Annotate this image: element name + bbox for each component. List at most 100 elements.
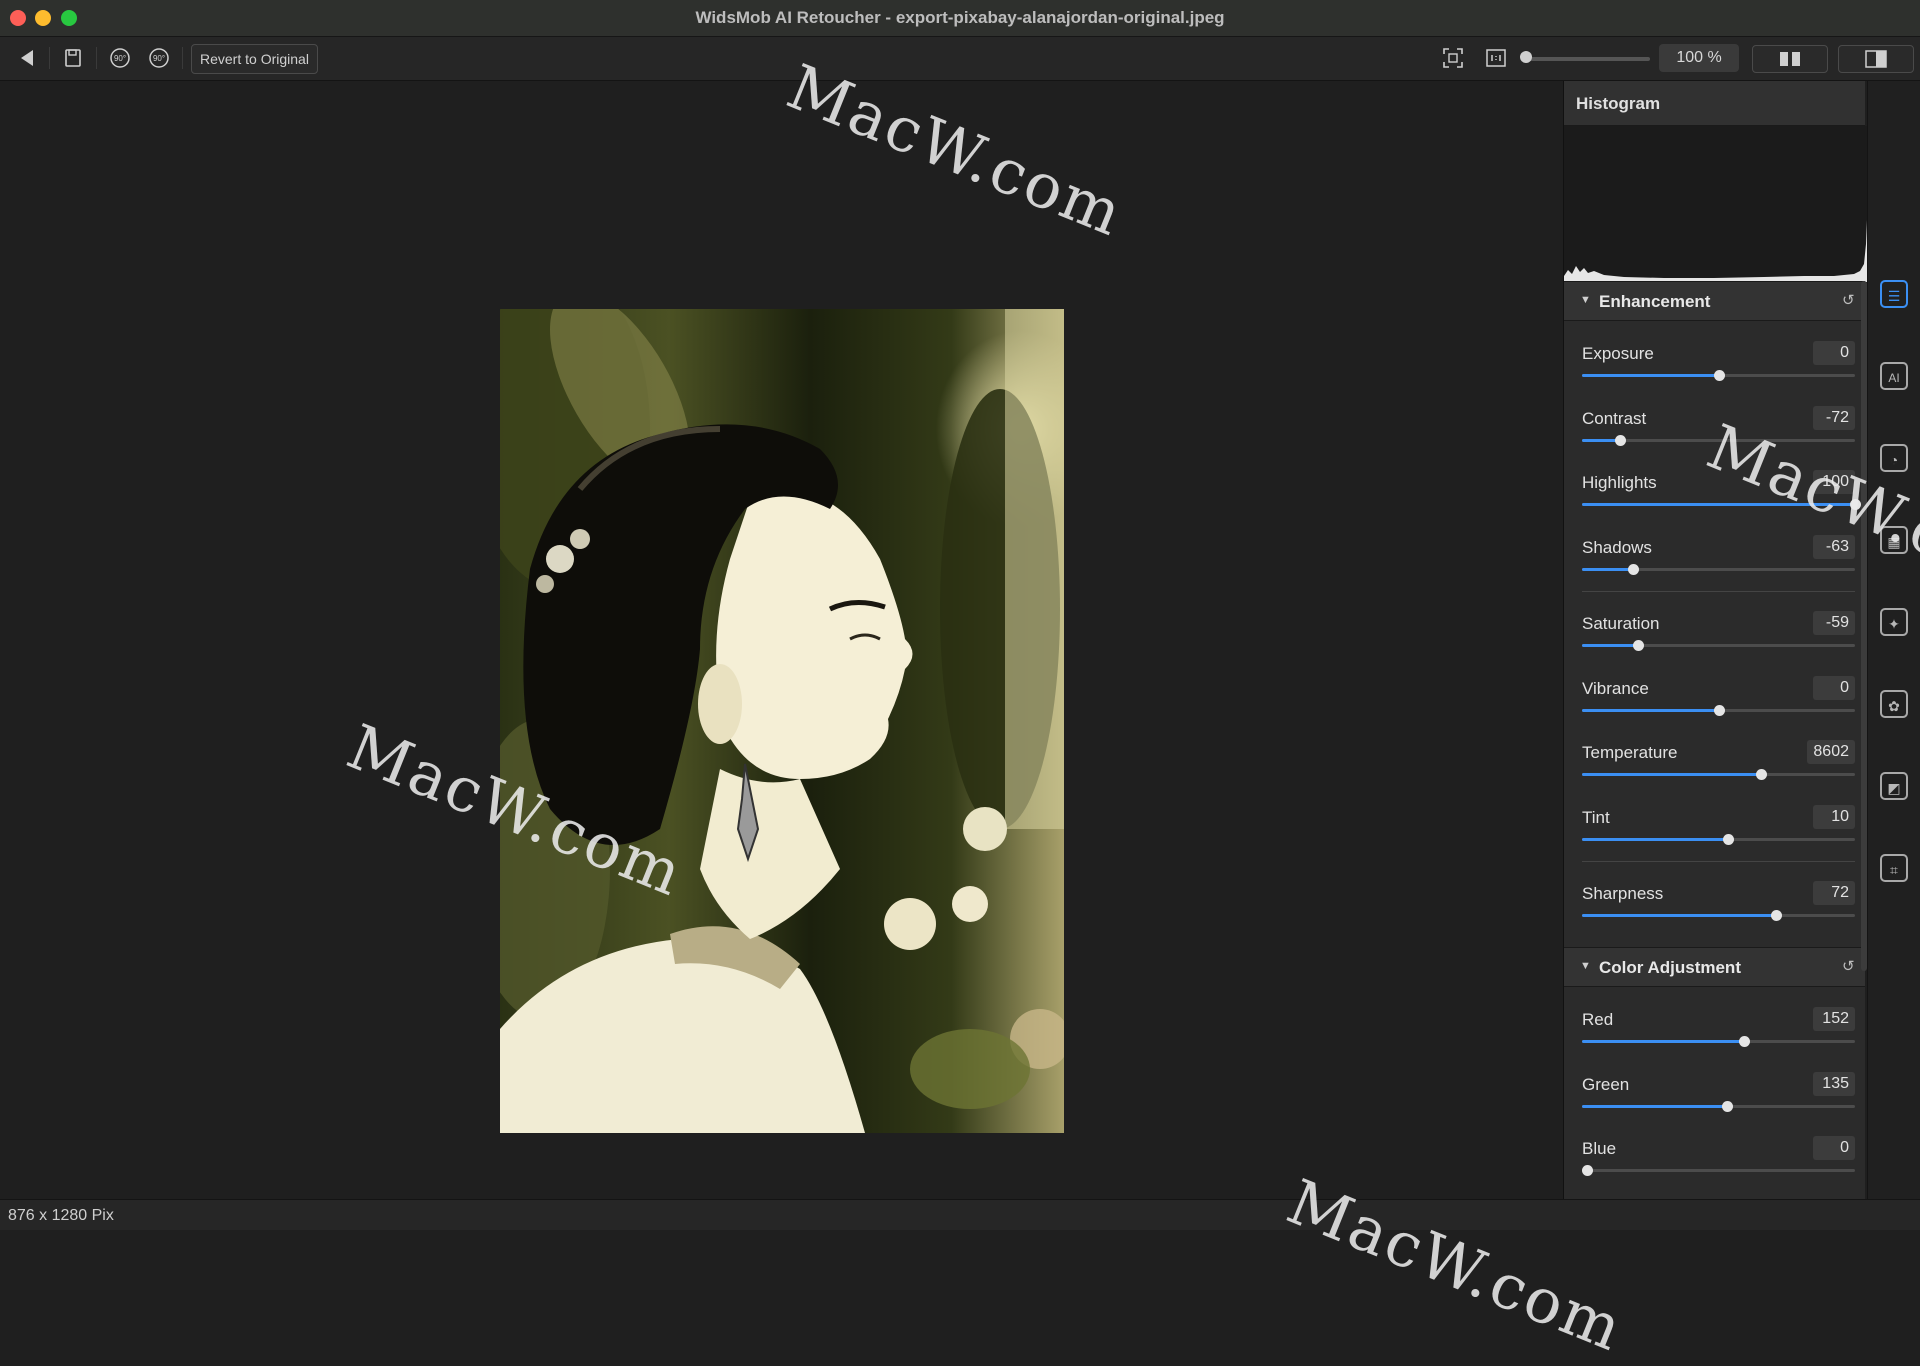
slider-fill <box>1582 837 1729 841</box>
revert-to-original-button[interactable]: Revert to Original <box>191 44 318 74</box>
rotate-left-icon[interactable]: 90° <box>108 45 132 71</box>
title-bar: WidsMob AI Retoucher - export-pixabay-al… <box>0 0 1920 37</box>
slider-knob[interactable] <box>1721 1100 1733 1112</box>
slider-knob[interactable] <box>1713 704 1725 716</box>
slider-row-tint: Tint 10 <box>1564 804 1865 868</box>
slider-label: Temperature <box>1582 743 1678 762</box>
magic-wand-tool-icon[interactable]: ✦ <box>1880 608 1908 636</box>
slider-value-field[interactable]: 0 <box>1813 341 1855 365</box>
svg-text:90°: 90° <box>114 54 126 63</box>
color-adjustment-section-header[interactable]: ▼ Color Adjustment ↺ <box>1564 947 1865 987</box>
slider-knob[interactable] <box>1615 434 1627 446</box>
slider-fill <box>1582 374 1719 377</box>
toolbar-separator <box>96 47 97 69</box>
slider-row-green: Green 135 <box>1564 1071 1865 1135</box>
slider-fill <box>1582 1040 1745 1043</box>
slider-knob[interactable] <box>1627 563 1639 575</box>
crop-tool-icon[interactable]: ⌗ <box>1880 854 1908 882</box>
toolbar-separator <box>49 47 50 69</box>
slider-label: Saturation <box>1582 614 1660 633</box>
actual-size-icon[interactable] <box>1484 45 1508 71</box>
slider-value-field[interactable]: -59 <box>1813 611 1855 635</box>
slider-label: Highlights <box>1582 473 1657 492</box>
slider-fill <box>1582 914 1776 917</box>
slider-label: Contrast <box>1582 408 1647 428</box>
rotate-right-icon[interactable]: 90° <box>147 45 171 71</box>
histogram-graph <box>1564 126 1874 282</box>
slider-fill <box>1582 1104 1727 1108</box>
collapse-triangle-icon[interactable]: ▼ <box>1580 294 1591 306</box>
slider-knob[interactable] <box>1755 769 1767 780</box>
slider-track[interactable] <box>1582 833 1855 845</box>
slider-knob[interactable] <box>1713 370 1725 381</box>
histogram-title: Histogram <box>1576 94 1661 113</box>
slider-track[interactable] <box>1582 910 1855 921</box>
slider-row-shadows: Shadows -63 <box>1564 534 1865 598</box>
slider-knob[interactable] <box>1739 1036 1751 1047</box>
slider-knob[interactable] <box>1632 640 1644 651</box>
save-icon[interactable] <box>62 45 84 71</box>
slider-track[interactable] <box>1582 1100 1855 1112</box>
slider-track[interactable] <box>1582 1165 1855 1176</box>
compare-view-button[interactable] <box>1752 45 1828 73</box>
status-bar: 876 x 1280 Pix <box>0 1199 1920 1230</box>
window-title: WidsMob AI Retoucher - export-pixabay-al… <box>695 8 1225 27</box>
reset-icon[interactable]: ↺ <box>1842 291 1855 309</box>
slider-row-saturation: Saturation -59 <box>1564 611 1865 674</box>
histogram-header: Histogram <box>1564 81 1865 126</box>
slider-label: Vibrance <box>1582 678 1649 698</box>
slider-fill <box>1582 567 1633 571</box>
split-view-button[interactable] <box>1838 45 1914 73</box>
back-arrow-icon[interactable] <box>16 45 38 71</box>
slider-fill <box>1582 708 1719 712</box>
image-dimensions: 876 x 1280 Pix <box>8 1207 114 1224</box>
zoom-slider-knob[interactable] <box>1520 51 1532 63</box>
portrait-tool-icon[interactable]: ◔ <box>1880 444 1908 472</box>
section-divider <box>1582 590 1855 592</box>
slider-track[interactable] <box>1582 640 1855 651</box>
slider-value-field[interactable]: 72 <box>1813 881 1855 905</box>
slider-label: Tint <box>1582 807 1610 827</box>
fit-to-screen-icon[interactable] <box>1441 45 1465 71</box>
filter-tool-icon[interactable]: ✿ <box>1880 690 1908 718</box>
slider-value-field[interactable]: 0 <box>1813 675 1855 700</box>
slider-row-exposure: Exposure 0 <box>1564 341 1865 404</box>
slider-value-field[interactable]: 152 <box>1813 1007 1855 1031</box>
slider-value-field[interactable]: 10 <box>1813 804 1855 829</box>
reset-icon[interactable]: ↺ <box>1842 957 1855 975</box>
slider-fill <box>1582 773 1761 776</box>
slider-row-sharpness: Sharpness 72 <box>1564 881 1865 944</box>
slider-label: Green <box>1582 1074 1630 1094</box>
adjustments-panel: Histogram ▼ Enhancement ↺ Exposure 0 Contr… <box>1563 81 1874 1199</box>
enhancement-section-header[interactable]: ▼ Enhancement ↺ <box>1564 281 1865 321</box>
adjustments-tool-icon[interactable]: ☰ <box>1880 280 1908 308</box>
slider-value-field[interactable]: 135 <box>1813 1071 1855 1096</box>
slider-track[interactable] <box>1582 1036 1855 1047</box>
slider-row-red: Red 152 <box>1564 1007 1865 1070</box>
slider-knob[interactable] <box>1770 910 1782 921</box>
slider-knob[interactable] <box>1723 833 1735 845</box>
slider-row-temperature: Temperature 8602 <box>1564 740 1865 803</box>
slider-row-blue: Blue 0 <box>1564 1136 1865 1199</box>
zoom-value[interactable]: 100 % <box>1659 44 1739 72</box>
slider-value-field[interactable]: 0 <box>1813 1136 1855 1160</box>
color-adjustment-title: Color Adjustment <box>1599 958 1741 977</box>
slider-value-field[interactable]: 8602 <box>1807 740 1855 764</box>
collapse-triangle-icon[interactable]: ▼ <box>1580 960 1591 972</box>
image-canvas[interactable] <box>0 81 1563 1199</box>
edited-photo <box>500 309 1064 1133</box>
slider-track[interactable] <box>1582 563 1855 575</box>
slider-track[interactable] <box>1582 769 1855 780</box>
slider-value-field[interactable]: -72 <box>1813 405 1855 430</box>
frame-tool-icon[interactable]: ◩ <box>1880 772 1908 800</box>
enhancement-title: Enhancement <box>1599 292 1711 311</box>
slider-track[interactable] <box>1582 370 1855 381</box>
tool-strip: ☰ AI ◔ ▦ ✦ ✿ ◩ ⌗ <box>1867 81 1920 1199</box>
slider-track[interactable] <box>1582 704 1855 716</box>
slider-label: Red <box>1582 1010 1614 1029</box>
slider-knob[interactable] <box>1582 1165 1593 1176</box>
slider-label: Blue <box>1582 1139 1617 1158</box>
ai-tool-icon[interactable]: AI <box>1880 362 1908 390</box>
zoom-slider-track[interactable] <box>1524 57 1650 61</box>
toolbar: 90° 90° Revert to Original 100 % <box>0 37 1920 81</box>
